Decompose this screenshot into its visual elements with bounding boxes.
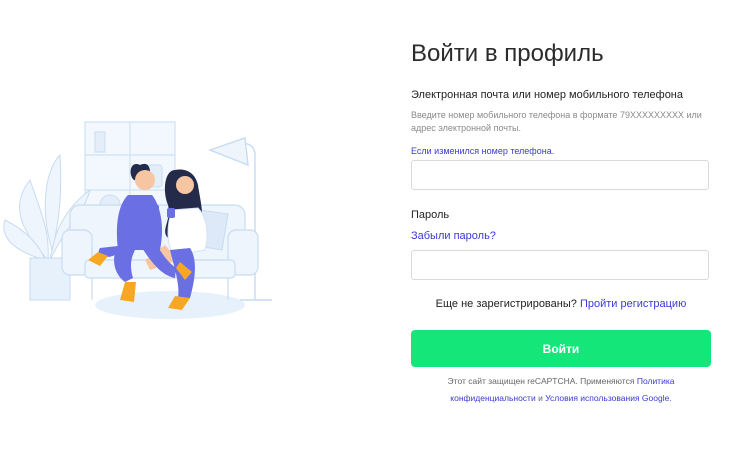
register-link[interactable]: Пройти регистрацию: [580, 298, 686, 310]
register-question: Еще не зарегистрированы?: [435, 298, 577, 310]
login-label: Электронная почта или номер мобильного т…: [411, 89, 684, 101]
recaptcha-notice: Этот сайт защищен reCAPTCHA. Применяются…: [411, 373, 711, 407]
forgot-password-link[interactable]: Забыли пароль?: [411, 230, 496, 242]
recaptcha-text: Этот сайт защищен reCAPTCHA. Применяются: [447, 376, 635, 386]
login-button[interactable]: Войти: [411, 330, 711, 367]
password-input[interactable]: [411, 250, 709, 280]
couple-on-sofa-illustration: [3, 121, 272, 319]
phone-changed-link[interactable]: Если изменился номер телефона.: [411, 146, 554, 156]
page-title: Войти в профиль: [411, 40, 604, 67]
password-label: Пароль: [411, 209, 450, 221]
login-input[interactable]: [411, 160, 709, 190]
login-hint: Введите номер мобильного телефона в форм…: [411, 110, 702, 133]
register-row: Еще не зарегистрированы? Пройти регистра…: [411, 298, 711, 310]
recaptcha-end: .: [669, 393, 672, 403]
terms-link[interactable]: Условия использования Google: [545, 393, 669, 403]
recaptcha-and: и: [538, 393, 543, 403]
